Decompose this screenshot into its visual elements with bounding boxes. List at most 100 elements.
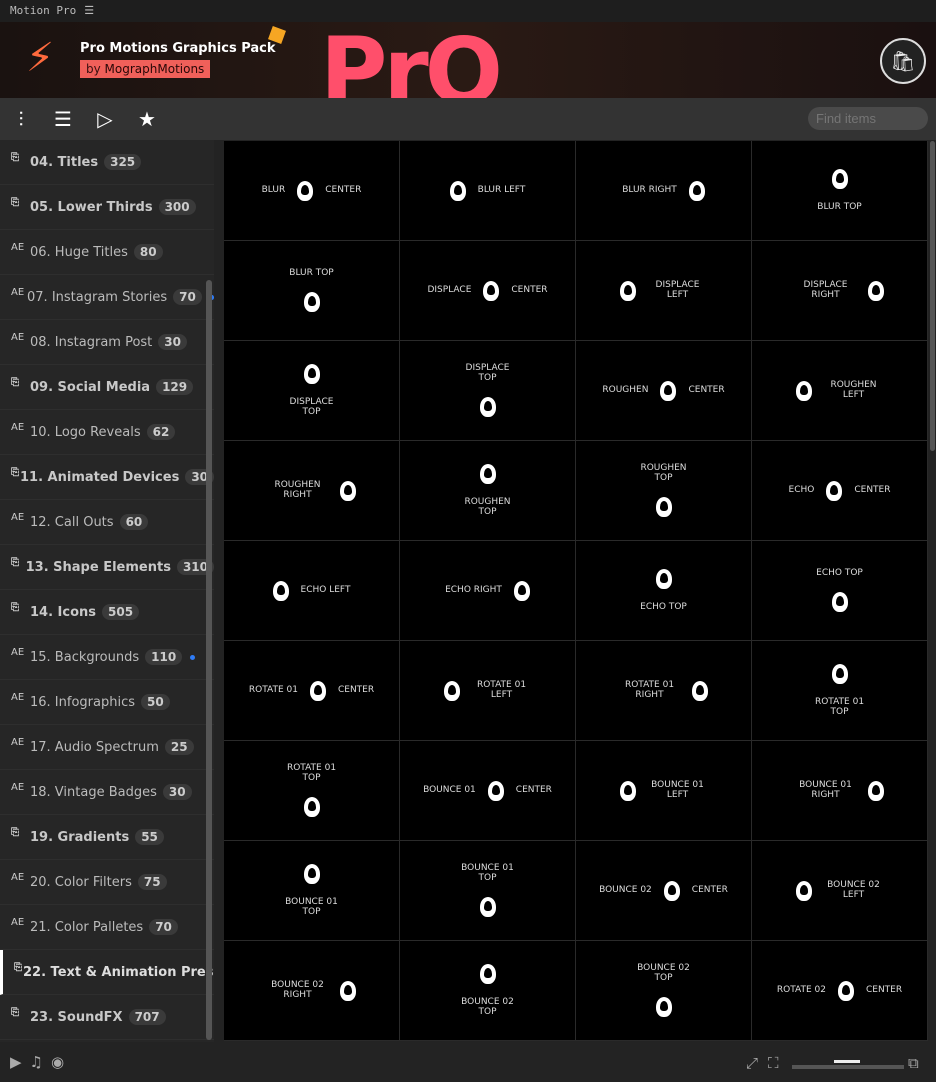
sidebar-item[interactable]: ⎘ 05. Lower Thirds 300 xyxy=(0,185,214,230)
preset-tile[interactable]: BOUNCE 02 RIGHT xyxy=(224,941,399,1040)
tile-label: BOUNCE 02 TOP xyxy=(461,997,514,1017)
preset-tile[interactable]: ROUGHEN TOP xyxy=(400,441,575,540)
preset-tile[interactable]: DISPLACE CENTER xyxy=(400,241,575,340)
logo-ring-icon xyxy=(867,280,884,301)
eye-icon[interactable]: ◉ xyxy=(51,1053,64,1071)
zoom-slider-thumb[interactable] xyxy=(834,1060,860,1063)
sidebar-item[interactable]: ⎘ 13. Shape Elements 310 xyxy=(0,545,214,590)
list-icon[interactable]: ☰ xyxy=(51,107,75,131)
preset-tile[interactable]: ECHO CENTER xyxy=(752,441,927,540)
preset-tile[interactable]: BLUR RIGHT xyxy=(576,141,751,240)
search-input[interactable] xyxy=(808,107,928,130)
count-badge: 325 xyxy=(104,154,142,170)
logo-ring-icon xyxy=(479,896,496,917)
play-file-icon[interactable]: ▷ xyxy=(93,107,117,131)
preset-tile[interactable]: ROTATE 01 CENTER xyxy=(224,641,399,740)
preset-tile[interactable]: BLUR TOP xyxy=(752,141,927,240)
preset-tile[interactable]: ROTATE 01 LEFT xyxy=(400,641,575,740)
tile-label: DISPLACE TOP xyxy=(465,363,510,383)
sidebar-item[interactable]: ⎘ 04. Titles 325 xyxy=(0,140,214,185)
logo-ring-icon xyxy=(655,996,672,1017)
preset-tile[interactable]: BLUR TOP xyxy=(224,241,399,340)
banner: ⚡ Pro Motions Graphics Pack by MographMo… xyxy=(0,22,936,98)
preset-tile[interactable]: ROUGHEN TOP xyxy=(576,441,751,540)
preset-tile[interactable]: BLUR LEFT xyxy=(400,141,575,240)
preset-tile[interactable]: ECHO LEFT xyxy=(224,541,399,640)
preset-tile[interactable]: ROTATE 01 TOP xyxy=(752,641,927,740)
sidebar-item[interactable]: ⎘ 11. Animated Devices 30 xyxy=(0,455,214,500)
sidebar-item[interactable]: ⎘22. Text & Animation Presets xyxy=(0,950,214,995)
sidebar-item[interactable]: AE 18. Vintage Badges 30 xyxy=(0,770,214,815)
preset-tile[interactable]: BOUNCE 02 CENTER xyxy=(576,841,751,940)
star-icon[interactable]: ★ xyxy=(135,107,159,131)
tile-label: ECHO TOP xyxy=(640,601,687,612)
grid-scrollbar[interactable] xyxy=(930,141,935,451)
preset-tile[interactable]: DISPLACE LEFT xyxy=(576,241,751,340)
music-icon[interactable]: ♫ xyxy=(30,1053,43,1071)
preset-tile[interactable]: BOUNCE 01 LEFT xyxy=(576,741,751,840)
preset-tile[interactable]: BOUNCE 02 TOP xyxy=(400,941,575,1040)
preset-tile[interactable]: ECHO RIGHT xyxy=(400,541,575,640)
sidebar-item[interactable]: ⎘ 19. Gradients 55 xyxy=(0,815,214,860)
preset-tile[interactable]: BOUNCE 02 LEFT xyxy=(752,841,927,940)
folder-link-icon: ⎘ xyxy=(11,601,19,613)
preset-tile[interactable]: DISPLACE TOP xyxy=(400,341,575,440)
sidebar-item[interactable]: ⎘ 09. Social Media 129 xyxy=(0,365,214,410)
logo-ring-icon xyxy=(479,464,496,485)
preset-tile[interactable]: BLUR CENTER xyxy=(224,141,399,240)
fit-icon[interactable]: ⛶ xyxy=(768,1054,779,1072)
sidebar-item[interactable]: AE 15. Backgrounds 110 xyxy=(0,635,214,680)
author-badge[interactable]: by MographMotions xyxy=(80,60,211,78)
preset-tile[interactable]: BOUNCE 01 RIGHT xyxy=(752,741,927,840)
play-icon[interactable]: ▶ xyxy=(10,1053,22,1071)
tile-label: CENTER xyxy=(515,784,552,795)
tile-label: ECHO xyxy=(788,484,815,495)
expand-icon[interactable]: ⤢ xyxy=(746,1054,758,1072)
grid-size-icon[interactable]: ⧉ xyxy=(908,1054,919,1072)
tile-label: ROUGHEN RIGHT xyxy=(274,480,321,500)
preset-tile[interactable]: DISPLACE TOP xyxy=(224,341,399,440)
logo-ring-icon xyxy=(449,180,466,201)
preset-tile[interactable]: ECHO TOP xyxy=(752,541,927,640)
zoom-slider[interactable] xyxy=(792,1065,904,1069)
sidebar-item[interactable]: AE 07. Instagram Stories 70 xyxy=(0,275,214,320)
new-indicator-dot xyxy=(190,654,196,660)
preset-tile[interactable]: BOUNCE 01 TOP xyxy=(400,841,575,940)
preset-tile[interactable]: ROUGHEN LEFT xyxy=(752,341,927,440)
sidebar-item[interactable]: ⎘ 14. Icons 505 xyxy=(0,590,214,635)
sidebar-item[interactable]: AE 12. Call Outs 60 xyxy=(0,500,214,545)
sidebar-item[interactable]: AE 17. Audio Spectrum 25 xyxy=(0,725,214,770)
preset-tile[interactable]: ECHO TOP xyxy=(576,541,751,640)
preset-tile[interactable]: ROUGHEN CENTER xyxy=(576,341,751,440)
sidebar-item[interactable]: AE 10. Logo Reveals 62 xyxy=(0,410,214,455)
preset-tile[interactable]: BOUNCE 01 CENTER xyxy=(400,741,575,840)
sidebar-item[interactable]: AE 06. Huge Titles 80 xyxy=(0,230,214,275)
preset-tile[interactable]: ROTATE 01 RIGHT xyxy=(576,641,751,740)
tile-label: BOUNCE 02 xyxy=(599,884,652,895)
preset-tile[interactable]: ROTATE 01 TOP xyxy=(224,741,399,840)
preset-tile[interactable]: DISPLACE RIGHT xyxy=(752,241,927,340)
sidebar-scrollbar[interactable] xyxy=(206,280,212,1040)
sidebar-item-label: 13. Shape Elements xyxy=(25,559,171,575)
sidebar-item[interactable]: ⎘ 23. SoundFX 707 xyxy=(0,995,214,1040)
sidebar-item-label: 11. Animated Devices xyxy=(20,469,180,485)
logo-ring-icon xyxy=(483,280,500,301)
tile-label: ROTATE 01 TOP xyxy=(814,697,865,717)
preset-tile[interactable]: BOUNCE 01 TOP xyxy=(224,841,399,940)
shopping-bag-icon[interactable]: 🛍 xyxy=(880,38,926,84)
hamburger-icon[interactable]: ☰ xyxy=(84,4,94,18)
sidebar-item-label: 19. Gradients xyxy=(30,829,130,845)
folder-link-icon: ⎘ xyxy=(11,826,19,838)
sidebar-item[interactable]: AE 16. Infographics 50 xyxy=(0,680,214,725)
count-badge: 707 xyxy=(128,1009,166,1025)
count-badge: 50 xyxy=(141,694,170,710)
preset-tile[interactable]: ROTATE 02 CENTER xyxy=(752,941,927,1040)
sidebar-item[interactable]: AE 08. Instagram Post 30 xyxy=(0,320,214,365)
preset-tile[interactable]: ROUGHEN RIGHT xyxy=(224,441,399,540)
sidebar-item[interactable]: AE 20. Color Filters 75 xyxy=(0,860,214,905)
sidebar-item-label: 18. Vintage Badges xyxy=(30,784,157,800)
sidebar-item[interactable]: AE 21. Color Palletes 70 xyxy=(0,905,214,950)
sliders-icon[interactable]: ⫶ xyxy=(9,107,33,131)
logo-ring-icon xyxy=(867,780,884,801)
preset-tile[interactable]: BOUNCE 02 TOP xyxy=(576,941,751,1040)
